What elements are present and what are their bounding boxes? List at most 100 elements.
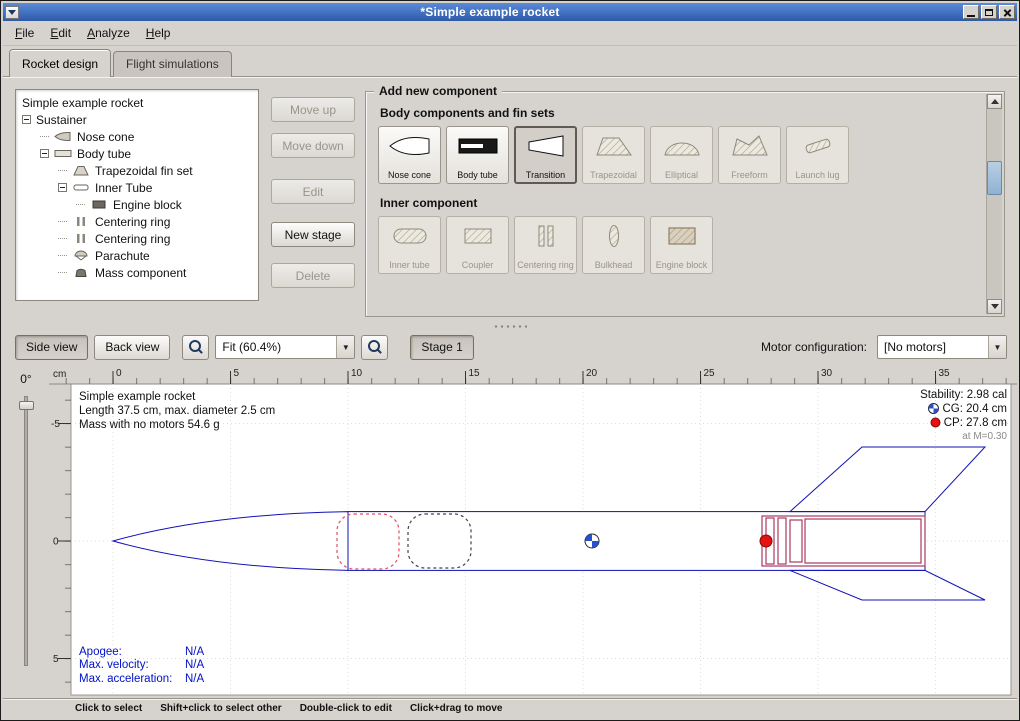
tree-item-nose-cone[interactable]: Nose cone [18,128,256,145]
svg-text:25: 25 [704,368,716,379]
tree-actions: Move up Move down Edit New stage Delete [271,97,355,322]
rotation-value: 0° [3,372,49,386]
menu-file[interactable]: File [7,23,42,43]
add-trapezoidal-button[interactable]: Trapezoidal [582,126,645,184]
tree-item-sustainer[interactable]: Sustainer [18,111,256,128]
menu-help[interactable]: Help [138,23,179,43]
add-centering-ring-button[interactable]: Centering ring [514,216,577,274]
tab-flight-simulations[interactable]: Flight simulations [113,51,232,77]
elliptical-fin-icon [660,132,704,160]
inner-tube-icon [388,222,432,250]
minimize-button[interactable] [963,5,979,19]
scroll-up-button[interactable] [987,94,1002,109]
cp-value: CP: 27.8 cm [944,417,1007,429]
rocket-mass: Mass with no motors 54.6 g [79,418,275,432]
svg-text:15: 15 [469,368,481,379]
rocket-dimensions: Length 37.5 cm, max. diameter 2.5 cm [79,404,275,418]
scrollbar-thumb[interactable] [987,161,1002,195]
edit-button[interactable]: Edit [271,179,355,204]
tree-item-centering-ring-2[interactable]: Centering ring [18,230,256,247]
nose-cone-icon [388,132,432,160]
body-components-label: Body components and fin sets [380,106,986,120]
maximize-icon [985,9,993,16]
motor-config-select[interactable]: [No motors] ▼ [877,335,1007,359]
tab-rocket-design[interactable]: Rocket design [9,49,111,77]
body-tube-outline [348,512,925,571]
component-scrollbar[interactable] [986,94,1002,314]
max-velocity-label: Max. velocity: [79,659,185,673]
app-icon[interactable] [5,6,19,19]
back-view-button[interactable]: Back view [94,335,170,360]
rotation-slider-thumb[interactable] [19,401,34,410]
inner-component-label: Inner component [380,196,986,210]
zoom-select[interactable]: Fit (60.4%) ▼ [215,335,355,359]
move-down-button[interactable]: Move down [271,133,355,158]
tree-item-fin-set[interactable]: Trapezoidal fin set [18,162,256,179]
zoom-in-icon [368,340,382,354]
tab-bar: Rocket design Flight simulations [3,46,1017,76]
new-stage-button[interactable]: New stage [271,222,355,247]
zoom-out-icon [189,340,203,354]
close-button[interactable] [999,5,1015,19]
add-bulkhead-button[interactable]: Bulkhead [582,216,645,274]
add-transition-button[interactable]: Transition [514,126,577,184]
hint-click-drag: Click+drag to move [410,703,503,714]
add-inner-tube-button[interactable]: Inner tube [378,216,441,274]
app-window: *Simple example rocket File Edit Analyze… [0,0,1020,721]
hint-click-select: Click to select [75,703,142,714]
mach-condition: at M=0.30 [920,430,1007,444]
max-velocity-value: N/A [185,659,204,671]
move-up-button[interactable]: Move up [271,97,355,122]
fin-set-icon [72,165,90,176]
splitter-handle[interactable] [3,322,1017,330]
collapse-icon[interactable] [22,115,31,124]
centering-ring-icon [72,216,90,227]
collapse-icon[interactable] [58,183,67,192]
add-engine-block-button[interactable]: Engine block [650,216,713,274]
tree-item-rocket[interactable]: Simple example rocket [18,94,256,111]
plot-area: cm 0 5 10 15 20 25 30 35 -5 0 5 [49,364,1017,698]
tree-item-mass-component[interactable]: Mass component [18,264,256,281]
add-launch-lug-button[interactable]: Launch lug [786,126,849,184]
status-bar: Click to select Shift+click to select ot… [3,698,1017,718]
side-view-button[interactable]: Side view [15,335,88,360]
centering-ring-icon [524,222,568,250]
maximize-button[interactable] [981,5,997,19]
add-freeform-button[interactable]: Freeform [718,126,781,184]
splitter-dots [493,325,527,328]
component-tree[interactable]: Simple example rocket Sustainer Nose con… [15,89,259,301]
chevron-down-icon[interactable]: ▼ [336,336,354,358]
add-elliptical-button[interactable]: Elliptical [650,126,713,184]
transition-icon [524,132,568,160]
zoom-in-button[interactable] [361,335,388,360]
rocket-info: Simple example rocket Length 37.5 cm, ma… [79,390,275,432]
tree-item-engine-block[interactable]: Engine block [18,196,256,213]
flight-info: Apogee:N/A Max. velocity:N/A Max. accele… [79,646,204,687]
add-coupler-button[interactable]: Coupler [446,216,509,274]
menu-edit[interactable]: Edit [42,23,79,43]
engine-block-icon [660,222,704,250]
scroll-down-button[interactable] [987,299,1002,314]
zoom-out-button[interactable] [182,335,209,360]
add-component-title: Add new component [374,84,502,98]
menu-analyze[interactable]: Analyze [79,23,138,43]
add-body-tube-button[interactable]: Body tube [446,126,509,184]
motor-configuration-label: Motor configuration: [761,340,871,354]
tree-item-body-tube[interactable]: Body tube [18,145,256,162]
stage-1-button[interactable]: Stage 1 [410,335,473,360]
add-nose-cone-button[interactable]: Nose cone [378,126,441,184]
tree-item-parachute[interactable]: Parachute [18,247,256,264]
chevron-down-icon[interactable]: ▼ [988,336,1006,358]
tree-item-inner-tube[interactable]: Inner Tube [18,179,256,196]
launch-lug-icon [796,132,840,160]
scrollbar-track[interactable] [987,109,1002,299]
svg-text:-5: -5 [51,419,60,430]
coupler-icon [456,222,500,250]
delete-button[interactable]: Delete [271,263,355,288]
cg-icon [928,403,939,414]
trapezoidal-fin-icon [592,132,636,160]
collapse-icon[interactable] [40,149,49,158]
tree-item-centering-ring-1[interactable]: Centering ring [18,213,256,230]
rotation-slider[interactable] [24,396,28,666]
motor-config-value: [No motors] [878,336,988,358]
